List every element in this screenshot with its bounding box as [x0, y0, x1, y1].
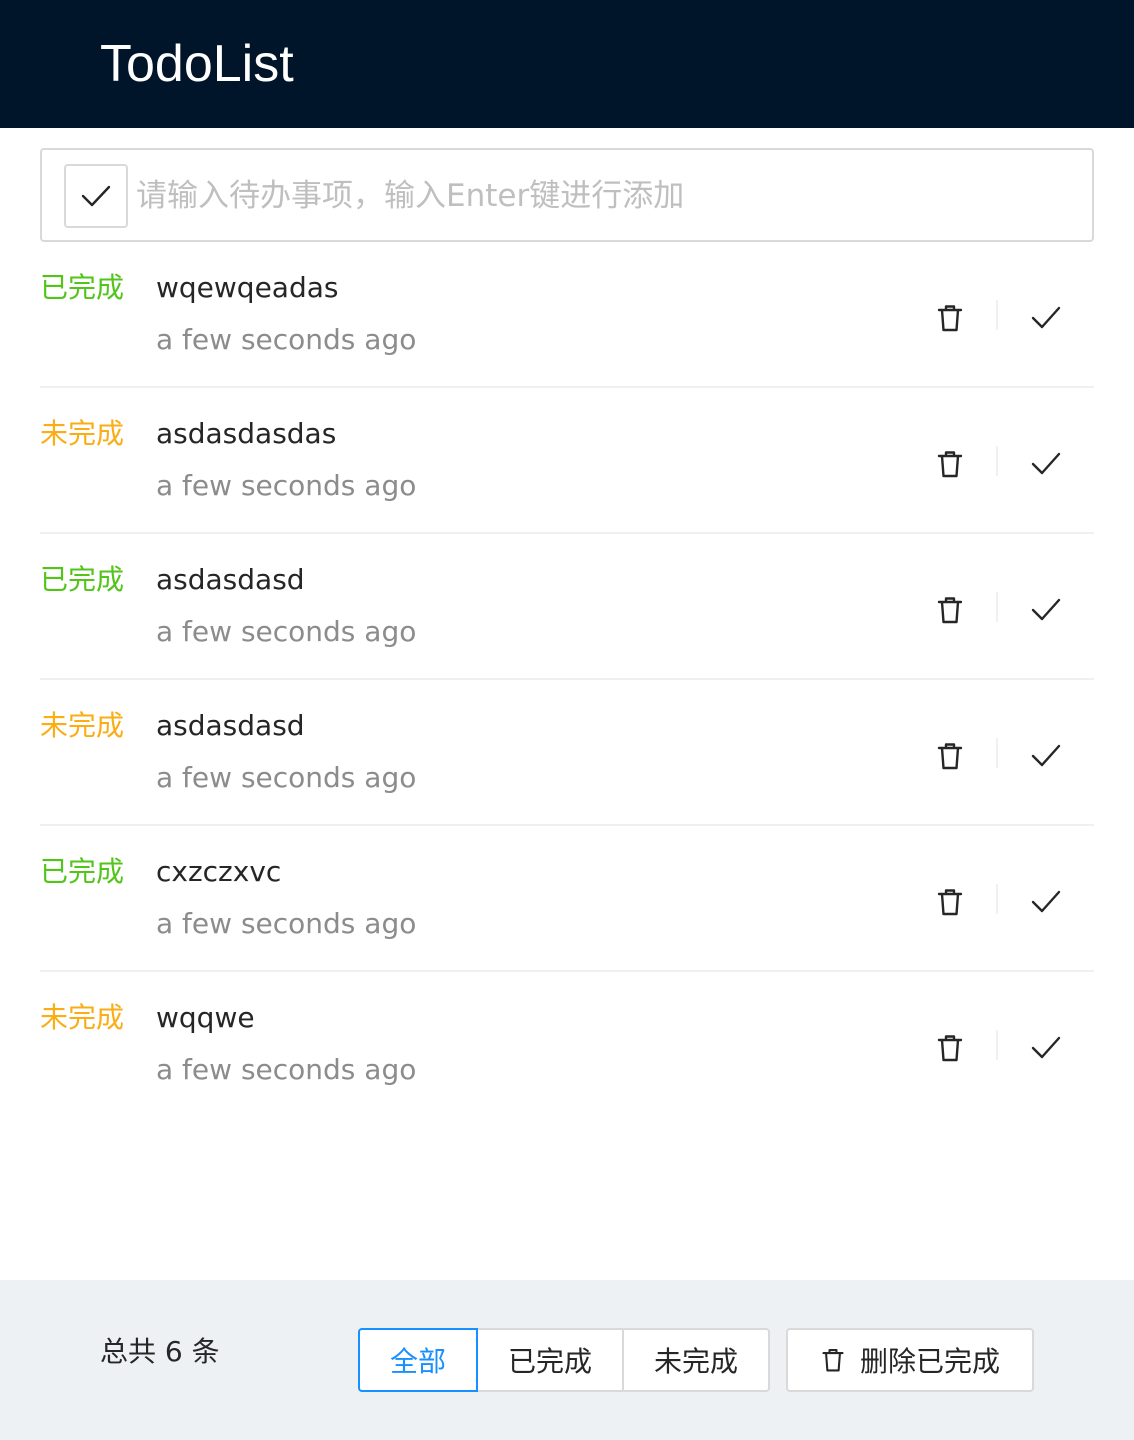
trash-icon — [822, 1348, 844, 1372]
new-todo-box — [40, 148, 1094, 242]
check-icon — [81, 185, 111, 207]
check-icon — [1031, 452, 1061, 475]
check-icon — [1031, 598, 1061, 621]
app-header: TodoList — [0, 0, 1134, 128]
delete-todo-button[interactable] — [926, 586, 974, 634]
action-divider — [996, 1030, 998, 1060]
todo-title: asdasdasd — [156, 563, 305, 596]
todo-item: 已完成 cxzczxvc a few seconds ago — [40, 826, 1094, 972]
trash-icon — [937, 889, 963, 916]
todo-item: 已完成 asdasdasd a few seconds ago — [40, 534, 1094, 680]
filter-active-button[interactable]: 未完成 — [622, 1328, 770, 1392]
todo-time: a few seconds ago — [156, 615, 417, 648]
complete-todo-button[interactable] — [1022, 294, 1070, 342]
trash-icon — [937, 597, 963, 624]
todo-time: a few seconds ago — [156, 761, 417, 794]
complete-todo-button[interactable] — [1022, 1024, 1070, 1072]
complete-todo-button[interactable] — [1022, 732, 1070, 780]
trash-icon — [937, 743, 963, 770]
todo-time: a few seconds ago — [156, 469, 417, 502]
clear-completed-label: 删除已完成 — [859, 1345, 1000, 1378]
todo-item: 已完成 wqewqeadas a few seconds ago — [40, 242, 1094, 388]
todo-item: 未完成 asdasdasd a few seconds ago — [40, 680, 1094, 826]
check-icon — [1031, 744, 1061, 767]
action-divider — [996, 884, 998, 914]
complete-todo-button[interactable] — [1022, 878, 1070, 926]
delete-todo-button[interactable] — [926, 878, 974, 926]
todo-title: asdasdasdas — [156, 417, 337, 450]
todo-status: 已完成 — [40, 271, 125, 304]
delete-todo-button[interactable] — [926, 294, 974, 342]
toggle-all-button[interactable] — [64, 164, 128, 228]
filter-completed-button[interactable]: 已完成 — [476, 1328, 624, 1392]
check-icon — [1031, 306, 1061, 329]
todo-title: asdasdasd — [156, 709, 305, 742]
new-todo-input[interactable] — [136, 164, 1076, 228]
todo-time: a few seconds ago — [156, 1053, 417, 1086]
app-title: TodoList — [100, 35, 294, 93]
action-divider — [996, 446, 998, 476]
todo-status: 已完成 — [40, 563, 125, 596]
clear-completed-button[interactable]: 删除已完成 — [786, 1328, 1034, 1392]
complete-todo-button[interactable] — [1022, 586, 1070, 634]
todo-title: wqewqeadas — [156, 271, 339, 304]
todo-time: a few seconds ago — [156, 907, 417, 940]
trash-icon — [937, 305, 963, 332]
todo-title: wqqwe — [156, 1001, 255, 1034]
todo-status: 已完成 — [40, 855, 125, 888]
todo-time: a few seconds ago — [156, 323, 417, 356]
delete-todo-button[interactable] — [926, 440, 974, 488]
todo-title: cxzczxvc — [156, 855, 282, 888]
action-divider — [996, 592, 998, 622]
filter-all-button[interactable]: 全部 — [358, 1328, 478, 1392]
complete-todo-button[interactable] — [1022, 440, 1070, 488]
footer-bar: 总共 6 条 全部 已完成 未完成 删除已完成 — [0, 1280, 1134, 1440]
total-count: 总共 6 条 — [100, 1335, 220, 1368]
todo-status: 未完成 — [40, 417, 125, 450]
todo-status: 未完成 — [40, 709, 125, 742]
todo-status: 未完成 — [40, 1001, 125, 1034]
check-icon — [1031, 890, 1061, 913]
delete-todo-button[interactable] — [926, 1024, 974, 1072]
trash-icon — [937, 1035, 963, 1062]
check-icon — [1031, 1036, 1061, 1059]
filter-group: 全部 已完成 未完成 — [358, 1328, 770, 1392]
action-divider — [996, 738, 998, 768]
trash-icon — [937, 451, 963, 478]
todo-list: 已完成 wqewqeadas a few seconds ago 未完成 asd… — [40, 242, 1094, 1118]
todo-item: 未完成 wqqwe a few seconds ago — [40, 972, 1094, 1118]
action-divider — [996, 300, 998, 330]
todo-item: 未完成 asdasdasdas a few seconds ago — [40, 388, 1094, 534]
delete-todo-button[interactable] — [926, 732, 974, 780]
